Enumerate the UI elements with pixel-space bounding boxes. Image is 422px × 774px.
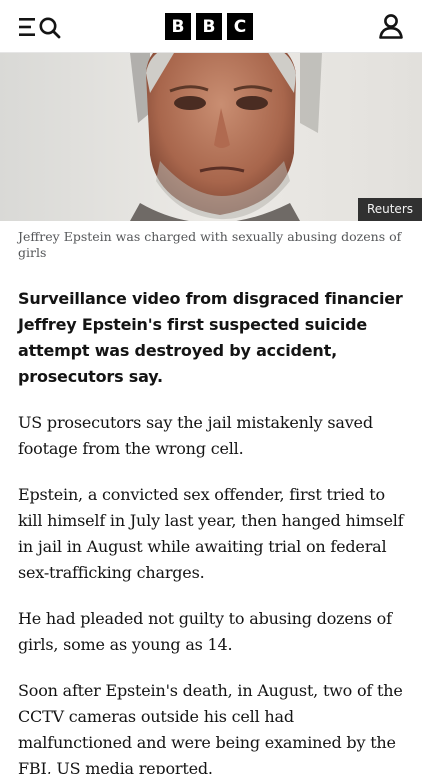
menu-icon	[19, 17, 61, 39]
article-paragraph: US prosecutors say the jail mistakenly s…	[18, 413, 373, 458]
article-paragraph: Soon after Epstein's death, in August, t…	[18, 681, 403, 774]
article-paragraph: Epstein, a convicted sex offender, first…	[18, 485, 404, 582]
logo-letter: B	[196, 13, 222, 40]
portrait-photo	[0, 53, 422, 221]
menu-search-button[interactable]	[18, 15, 64, 39]
hero-image: Reuters	[0, 53, 422, 221]
top-navigation-bar: B B C	[0, 0, 422, 53]
article-body: Surveillance video from disgraced financ…	[18, 286, 408, 774]
bbc-logo[interactable]: B B C	[165, 13, 253, 40]
account-button[interactable]	[378, 13, 404, 39]
article-paragraph: He had pleaded not guilty to abusing doz…	[18, 609, 392, 654]
image-credit: Reuters	[357, 198, 422, 221]
image-caption: Jeffrey Epstein was charged with sexuall…	[18, 229, 402, 260]
article-lead: Surveillance video from disgraced financ…	[18, 289, 403, 386]
logo-letter: C	[227, 13, 253, 40]
account-icon	[379, 14, 403, 39]
search-icon	[39, 17, 61, 39]
logo-letter: B	[165, 13, 191, 40]
